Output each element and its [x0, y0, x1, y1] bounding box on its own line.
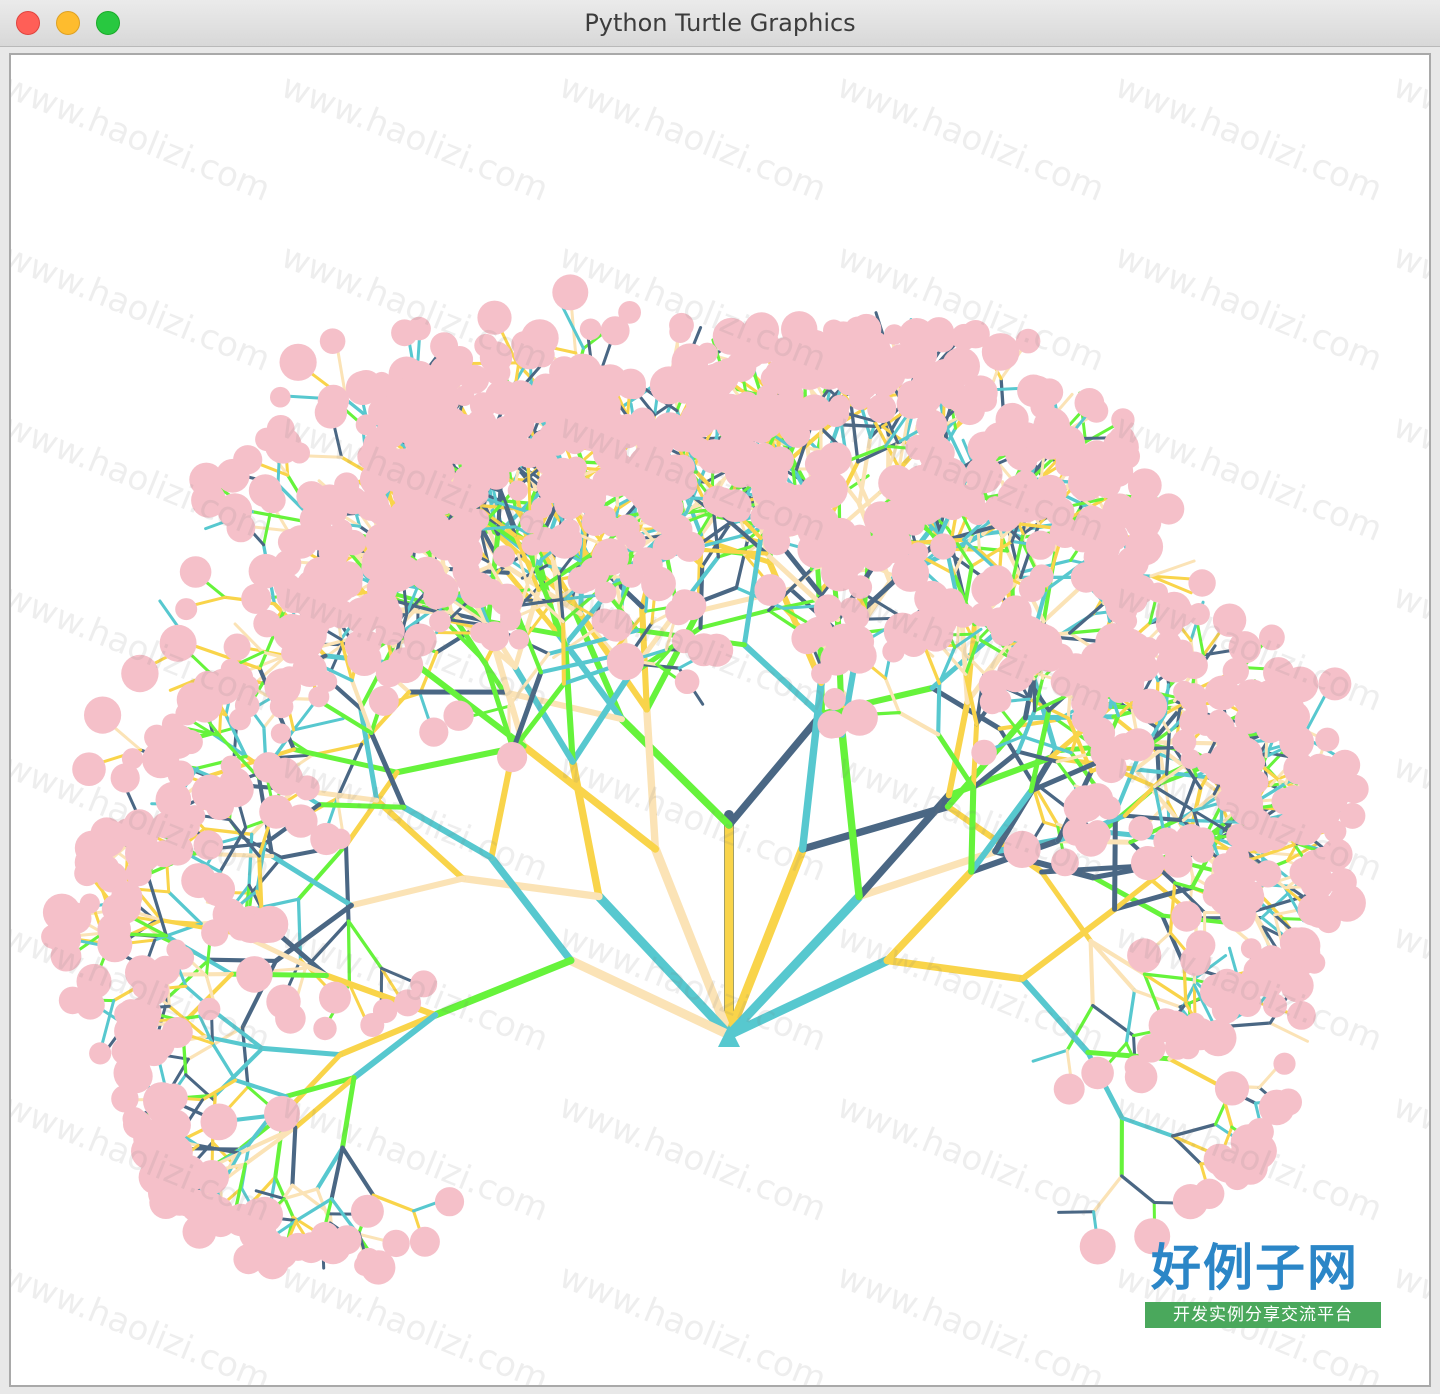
- watermark-text: www.haolizi.com: [1110, 576, 1388, 719]
- watermark-text: www.haolizi.com: [832, 916, 1110, 1059]
- watermark-text: www.haolizi.com: [832, 576, 1110, 719]
- watermark-text: www.haolizi.com: [11, 236, 276, 379]
- watermark-text: www.haolizi.com: [11, 746, 276, 889]
- watermark-text: www.haolizi.com: [276, 406, 554, 549]
- watermark-text: www.haolizi.com: [554, 406, 832, 549]
- watermark-text: www.haolizi.com: [554, 746, 832, 889]
- watermark-text: www.haolizi.com: [11, 406, 276, 549]
- haolizi-logo: 好例子网 开发实例分享交流平台: [1145, 1238, 1395, 1330]
- watermark-text: www.haolizi.com: [1388, 236, 1429, 379]
- watermark-text: www.haolizi.com: [554, 916, 832, 1059]
- watermark-text: www.haolizi.com: [276, 236, 554, 379]
- watermark-text: www.haolizi.com: [276, 916, 554, 1059]
- watermark-text: www.haolizi.com: [276, 1086, 554, 1229]
- watermark-text: www.haolizi.com: [276, 746, 554, 889]
- watermark-text: www.haolizi.com: [832, 66, 1110, 209]
- turtle-window: Python Turtle Graphics www.haolizi.com ww…: [0, 0, 1440, 1394]
- logo-title: 好例子网: [1151, 1238, 1359, 1297]
- watermark-text: www.haolizi.com: [1110, 746, 1388, 889]
- watermark-text: www.haolizi.com: [832, 406, 1110, 549]
- title-bar[interactable]: Python Turtle Graphics: [0, 0, 1440, 47]
- watermark-text: www.haolizi.com: [554, 236, 832, 379]
- watermark-text: www.haolizi.com: [1388, 406, 1429, 549]
- watermark-text: www.haolizi.com: [276, 66, 554, 209]
- watermark-text: www.haolizi.com: [554, 66, 832, 209]
- watermark-text: www.haolizi.com: [1110, 406, 1388, 549]
- watermark-text: www.haolizi.com: [554, 1086, 832, 1229]
- watermark-text: www.haolizi.com: [554, 576, 832, 719]
- watermark-text: www.haolizi.com: [11, 916, 276, 1059]
- watermark-text: www.haolizi.com: [276, 1256, 554, 1385]
- watermark-text: www.haolizi.com: [276, 576, 554, 719]
- watermark-layer: www.haolizi.com www.haolizi.com www.haoliz…: [11, 66, 1429, 1385]
- watermark-text: www.haolizi.com: [1110, 916, 1388, 1059]
- logo-subtitle: 开发实例分享交流平台: [1145, 1302, 1381, 1328]
- watermark-text: www.haolizi.com: [832, 1086, 1110, 1229]
- watermark-text: www.haolizi.com: [554, 1256, 832, 1385]
- window-title: Python Turtle Graphics: [584, 9, 856, 37]
- turtle-canvas[interactable]: www.haolizi.com www.haolizi.com www.haoliz…: [9, 53, 1431, 1387]
- watermark-text: www.haolizi.com: [832, 236, 1110, 379]
- watermark-text: www.haolizi.com: [1388, 746, 1429, 889]
- watermark-text: www.haolizi.com: [1110, 1086, 1388, 1229]
- watermark-text: www.haolizi.com: [1110, 66, 1388, 209]
- watermark-text: www.haolizi.com: [1388, 1086, 1429, 1229]
- watermark-text: www.haolizi.com: [1388, 916, 1429, 1059]
- watermark-text: www.haolizi.com: [1110, 236, 1388, 379]
- watermark-text: www.haolizi.com: [832, 746, 1110, 889]
- watermark-text: www.haolizi.com: [11, 66, 276, 209]
- watermark-text: www.haolizi.com: [11, 1256, 276, 1385]
- watermark-text: www.haolizi.com: [11, 1086, 276, 1229]
- watermark-text: www.haolizi.com: [832, 1256, 1110, 1385]
- watermark-text: www.haolizi.com: [1388, 66, 1429, 209]
- watermark-text: www.haolizi.com: [11, 576, 276, 719]
- watermark-text: www.haolizi.com: [1388, 576, 1429, 719]
